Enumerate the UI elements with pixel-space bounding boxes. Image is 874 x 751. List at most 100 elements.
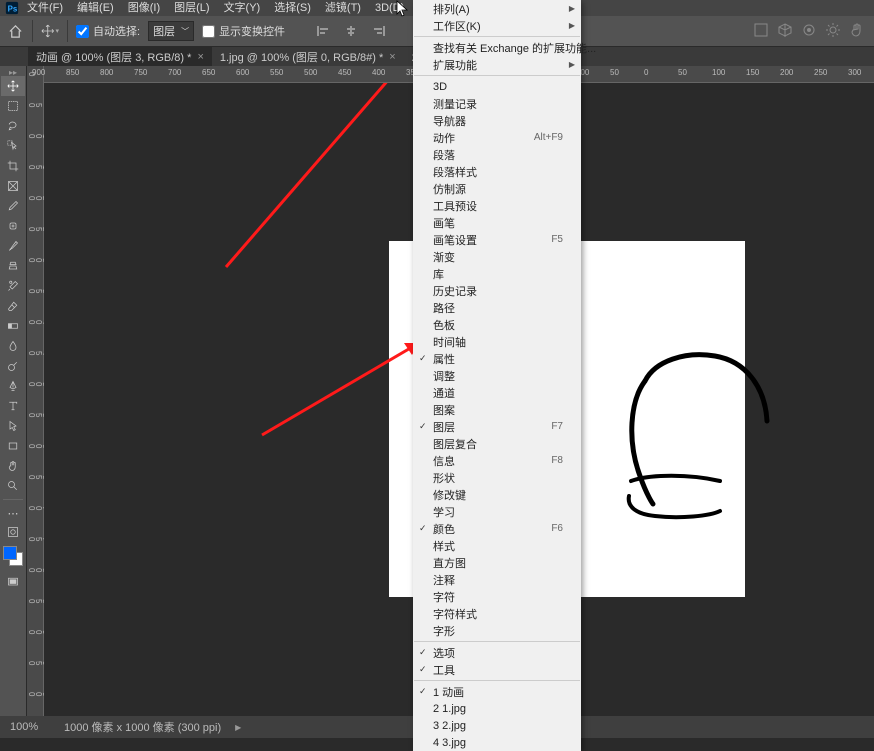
align-left-icon[interactable] [313, 21, 333, 41]
menu-item-属性[interactable]: ✓属性 [413, 350, 581, 367]
quick-mask-icon[interactable] [1, 522, 25, 542]
gear-icon[interactable] [824, 21, 842, 39]
home-icon[interactable] [6, 22, 24, 40]
menu-item-工具预设[interactable]: 工具预设 [413, 197, 581, 214]
mask-icon[interactable] [800, 21, 818, 39]
history-brush-tool[interactable] [1, 276, 25, 296]
menu-item-颜色[interactable]: ✓颜色F6 [413, 520, 581, 537]
color-swatches[interactable] [3, 546, 23, 566]
menu-item-查找有关 Exchange 的扩展功能...[interactable]: 查找有关 Exchange 的扩展功能... [413, 39, 581, 56]
menu-item-时间轴[interactable]: 时间轴 [413, 333, 581, 350]
dodge-tool[interactable] [1, 356, 25, 376]
menu-item-色板[interactable]: 色板 [413, 316, 581, 333]
menu-item-直方图[interactable]: 直方图 [413, 554, 581, 571]
menu-item-工具[interactable]: ✓工具 [413, 661, 581, 678]
menu-item-路径[interactable]: 路径 [413, 299, 581, 316]
menu-item-3 2.jpg[interactable]: 3 2.jpg [413, 717, 581, 734]
foreground-color-swatch[interactable] [3, 546, 17, 560]
menu-item-工作区(K)[interactable]: 工作区(K)▶ [413, 17, 581, 34]
menu-item-选项[interactable]: ✓选项 [413, 644, 581, 661]
show-transform-input[interactable] [202, 25, 215, 38]
quick-select-tool[interactable] [1, 136, 25, 156]
menu-item-图层复合[interactable]: 图层复合 [413, 435, 581, 452]
auto-select-dropdown[interactable]: 图层 ﹀ [148, 21, 194, 41]
align-center-h-icon[interactable] [341, 21, 361, 41]
menu-item-画笔设置[interactable]: 画笔设置F5 [413, 231, 581, 248]
type-tool[interactable] [1, 396, 25, 416]
toolbox-toggle-icon[interactable]: ▸▸ [1, 68, 25, 76]
marquee-tool[interactable] [1, 96, 25, 116]
menu-file[interactable]: 文件(F) [20, 0, 70, 16]
menu-filter[interactable]: 滤镜(T) [318, 0, 368, 16]
menu-item-图层[interactable]: ✓图层F7 [413, 418, 581, 435]
screen-mode-icon[interactable] [1, 572, 25, 592]
edit-toolbar-icon[interactable]: ⋯ [1, 504, 25, 522]
menu-item-库[interactable]: 库 [413, 265, 581, 282]
vertical-ruler[interactable]: 0501001502002503003504004505005506006507… [27, 66, 44, 716]
zoom-level[interactable]: 100% [10, 721, 50, 733]
menu-item-渐变[interactable]: 渐变 [413, 248, 581, 265]
move-tool-icon[interactable]: ▾ [41, 22, 59, 40]
menu-item-画笔[interactable]: 画笔 [413, 214, 581, 231]
menu-edit[interactable]: 编辑(E) [70, 0, 121, 16]
clone-stamp-tool[interactable] [1, 256, 25, 276]
frame-tool[interactable] [1, 176, 25, 196]
show-transform-checkbox[interactable]: 显示变换控件 [202, 23, 285, 39]
blur-tool[interactable] [1, 336, 25, 356]
brush-tool[interactable] [1, 236, 25, 256]
eraser-tool[interactable] [1, 296, 25, 316]
gradient-tool[interactable] [1, 316, 25, 336]
menu-item-1 动画[interactable]: ✓1 动画 [413, 683, 581, 700]
menu-item-排列(A)[interactable]: 排列(A)▶ [413, 0, 581, 17]
menu-item-学习[interactable]: 学习 [413, 503, 581, 520]
crop-tool[interactable] [1, 156, 25, 176]
menu-type[interactable]: 文字(Y) [217, 0, 268, 16]
healing-brush-tool[interactable] [1, 216, 25, 236]
menu-item-调整[interactable]: 调整 [413, 367, 581, 384]
hand-icon[interactable] [848, 21, 866, 39]
menu-item-扩展功能[interactable]: 扩展功能▶ [413, 56, 581, 73]
menu-item-样式[interactable]: 样式 [413, 537, 581, 554]
eyedropper-tool[interactable] [1, 196, 25, 216]
menu-item-字形[interactable]: 字形 [413, 622, 581, 639]
menu-item-通道[interactable]: 通道 [413, 384, 581, 401]
menu-item-信息[interactable]: 信息F8 [413, 452, 581, 469]
menu-item-形状[interactable]: 形状 [413, 469, 581, 486]
lasso-tool[interactable] [1, 116, 25, 136]
menu-item-字符[interactable]: 字符 [413, 588, 581, 605]
menu-item-字符样式[interactable]: 字符样式 [413, 605, 581, 622]
hand-tool[interactable] [1, 456, 25, 476]
document-info[interactable]: 1000 像素 x 1000 像素 (300 ppi) [64, 719, 221, 735]
menu-item-段落样式[interactable]: 段落样式 [413, 163, 581, 180]
3d-icon[interactable] [776, 21, 794, 39]
path-select-tool[interactable] [1, 416, 25, 436]
menu-item-动作[interactable]: 动作Alt+F9 [413, 129, 581, 146]
close-icon[interactable]: × [197, 51, 203, 63]
chevron-right-icon[interactable]: ▶ [235, 723, 241, 732]
rectangle-tool[interactable] [1, 436, 25, 456]
auto-select-input[interactable] [76, 25, 89, 38]
tab-1[interactable]: 1.jpg @ 100% (图层 0, RGB/8#) *× [212, 47, 404, 67]
menu-item-3D[interactable]: 3D [413, 78, 581, 95]
menu-item-段落[interactable]: 段落 [413, 146, 581, 163]
pen-tool[interactable] [1, 376, 25, 396]
move-tool[interactable] [1, 76, 25, 96]
menu-item-修改键[interactable]: 修改键 [413, 486, 581, 503]
menu-item-图案[interactable]: 图案 [413, 401, 581, 418]
menu-image[interactable]: 图像(I) [121, 0, 167, 16]
menu-item-2 1.jpg[interactable]: 2 1.jpg [413, 700, 581, 717]
zoom-tool[interactable] [1, 476, 25, 496]
menu-item-仿制源[interactable]: 仿制源 [413, 180, 581, 197]
menu-select[interactable]: 选择(S) [267, 0, 318, 16]
frame-tool-icon[interactable] [752, 21, 770, 39]
menu-item-测量记录[interactable]: 测量记录 [413, 95, 581, 112]
menu-item-历史记录[interactable]: 历史记录 [413, 282, 581, 299]
auto-select-checkbox[interactable]: 自动选择: [76, 23, 140, 39]
menu-item-导航器[interactable]: 导航器 [413, 112, 581, 129]
tab-0[interactable]: 动画 @ 100% (图层 3, RGB/8) *× [28, 47, 212, 67]
menu-item-注释[interactable]: 注释 [413, 571, 581, 588]
menu-item-4 3.jpg[interactable]: 4 3.jpg [413, 734, 581, 751]
align-right-icon[interactable] [369, 21, 389, 41]
close-icon[interactable]: × [389, 51, 395, 63]
menu-layer[interactable]: 图层(L) [167, 0, 216, 16]
